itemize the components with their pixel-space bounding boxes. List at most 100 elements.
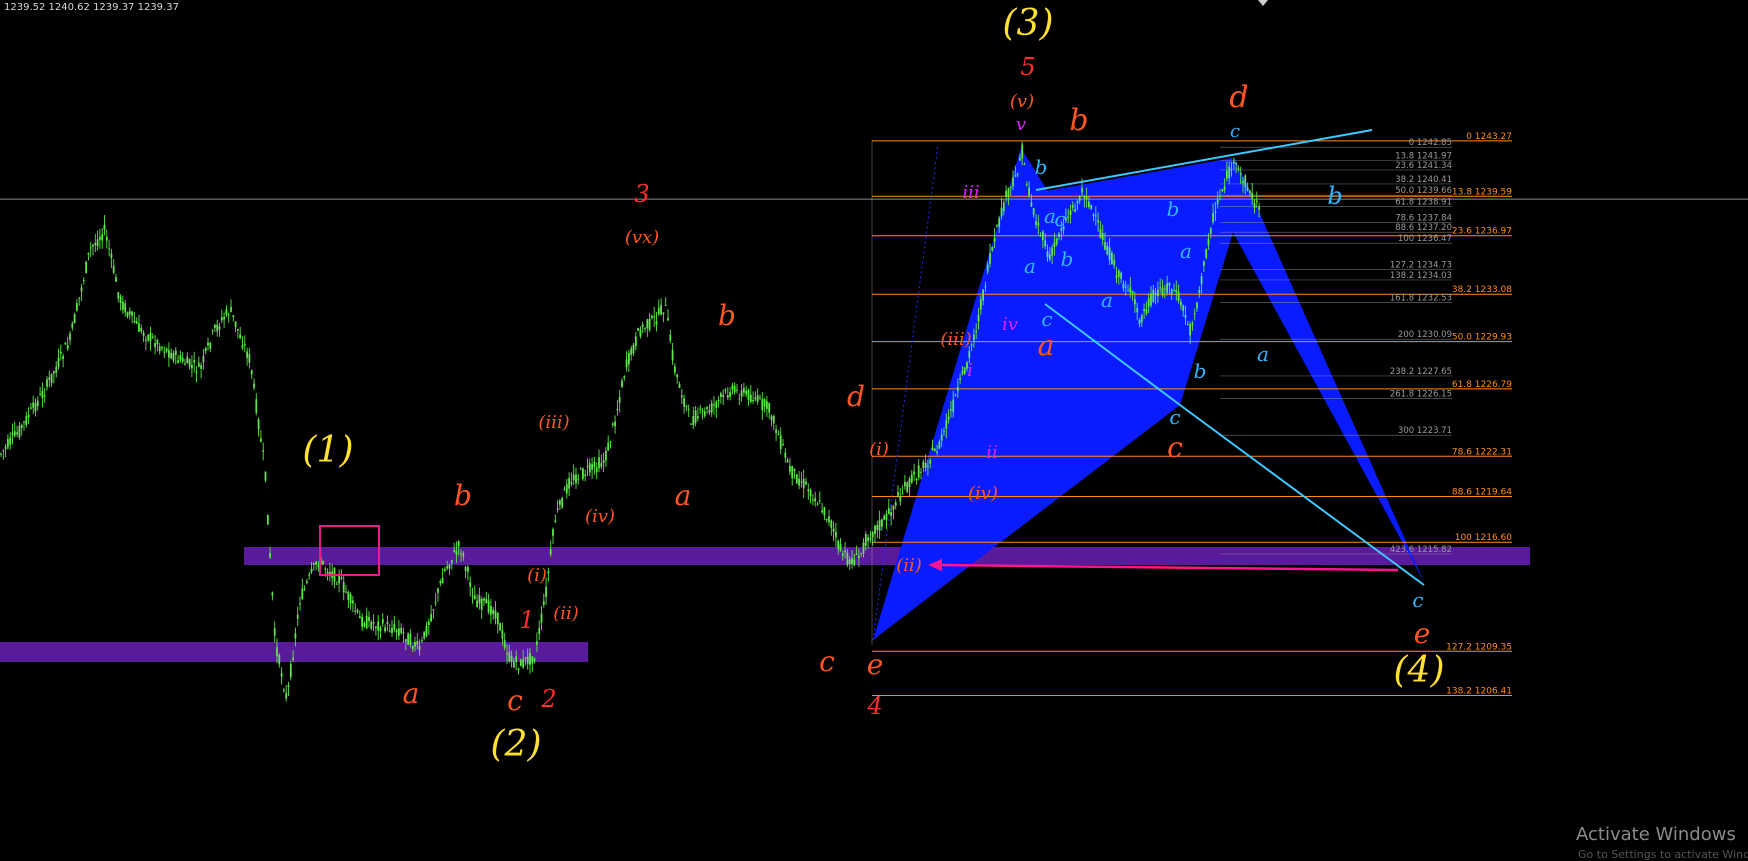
candle-body — [184, 363, 186, 365]
wave-label: (iii) — [940, 329, 971, 350]
candle-body — [713, 404, 715, 406]
candle-body — [545, 586, 547, 597]
candle-body — [1242, 181, 1244, 184]
candle-body — [147, 334, 150, 341]
candle-body — [269, 552, 271, 558]
candle-body — [142, 332, 145, 336]
wave-label: 1 — [519, 606, 534, 634]
candle-body — [1053, 242, 1056, 248]
candle-body — [1219, 195, 1221, 197]
candle-body — [1007, 188, 1010, 197]
candle-body — [600, 463, 603, 467]
candle-body — [648, 318, 651, 331]
candle-body — [740, 390, 743, 397]
candle-body — [747, 389, 750, 400]
candle-body — [402, 632, 405, 634]
candle-body — [487, 600, 490, 613]
candle-body — [168, 349, 170, 358]
candle-body — [177, 360, 179, 363]
candle-body — [1154, 292, 1157, 295]
candle-body — [131, 311, 133, 316]
candle-body — [368, 616, 370, 622]
period-marker-icon — [1258, 0, 1268, 6]
candle-body — [779, 435, 782, 450]
candle-body — [237, 328, 239, 331]
candle-body — [478, 595, 481, 604]
candle-body — [887, 508, 890, 515]
candle-body — [724, 389, 727, 391]
candle-body — [1124, 286, 1127, 288]
candle-body — [404, 639, 407, 642]
candle-body — [667, 317, 669, 321]
candle-body — [1216, 199, 1219, 204]
candle-body — [929, 460, 932, 464]
candle-body — [1214, 211, 1217, 213]
candle-body — [278, 654, 281, 665]
candle-body — [1140, 315, 1143, 323]
candle-body — [416, 640, 419, 645]
candle-body — [1044, 240, 1047, 247]
candle-body — [1071, 205, 1074, 208]
candle-body — [593, 461, 596, 467]
candle-body — [154, 342, 156, 348]
candle-body — [745, 390, 748, 395]
candle-body — [1258, 206, 1260, 210]
candle-body — [632, 344, 635, 354]
candle-body — [899, 496, 902, 502]
candle-body — [126, 312, 129, 317]
candle-body — [188, 359, 191, 367]
candle-body — [851, 558, 853, 564]
candle-body — [662, 312, 665, 314]
wave-label: i — [967, 360, 973, 381]
candle-body — [1200, 276, 1203, 285]
candle-body — [950, 409, 952, 411]
candle-body — [945, 420, 948, 429]
candle-body — [977, 315, 980, 322]
candle-body — [446, 566, 449, 569]
wave-label: 4 — [866, 692, 882, 720]
candle-body — [48, 377, 51, 380]
candle-body — [536, 641, 538, 645]
candle-body — [671, 350, 674, 361]
candle-body — [1232, 161, 1235, 164]
candle-body — [1005, 190, 1007, 197]
candle-body — [513, 661, 515, 668]
fib-gray-label: 161.8 1232.53 — [1390, 294, 1452, 304]
ohlc-readout: 1239.52 1240.62 1239.37 1239.37 — [4, 2, 179, 13]
candle-body — [149, 332, 152, 342]
candle-body — [20, 424, 23, 428]
fib-orange-label: 88.6 1219.64 — [1452, 487, 1512, 497]
fib-gray-label: 78.6 1237.84 — [1395, 214, 1452, 224]
candle-body — [731, 385, 734, 390]
price-chart[interactable]: 0 1243.27 13.8 1239.59 23.6 1236.97 38.2 12… — [0, 0, 1748, 856]
candle-body — [954, 394, 957, 396]
candle-body — [607, 442, 610, 451]
fib-gray-label: 38.2 1240.41 — [1395, 175, 1452, 185]
candle-body — [973, 334, 975, 341]
candle-body — [55, 366, 58, 373]
candle-body — [1196, 302, 1198, 309]
wave-label: c — [1167, 431, 1183, 464]
candle-body — [338, 576, 340, 584]
candle-body — [308, 574, 311, 576]
candle-body — [128, 311, 131, 315]
candle-body — [453, 549, 455, 552]
candle-body — [867, 537, 869, 542]
candle-body — [1076, 200, 1079, 203]
candle-body — [71, 323, 74, 328]
candle-body — [0, 453, 2, 455]
wave-label: b — [454, 479, 472, 512]
candle-body — [1203, 261, 1205, 266]
wave-label: (ii) — [896, 555, 922, 576]
candle-body — [23, 421, 25, 423]
candle-body — [25, 416, 28, 426]
candle-body — [683, 398, 685, 407]
candle-body — [363, 623, 366, 627]
candle-body — [1239, 173, 1242, 175]
candle-body — [524, 657, 527, 659]
candle-body — [280, 673, 283, 677]
fib-gray-label: 50.0 1239.66 — [1395, 186, 1452, 196]
candle-body — [996, 225, 998, 227]
candle-body — [584, 474, 587, 477]
candle-body — [496, 612, 499, 625]
